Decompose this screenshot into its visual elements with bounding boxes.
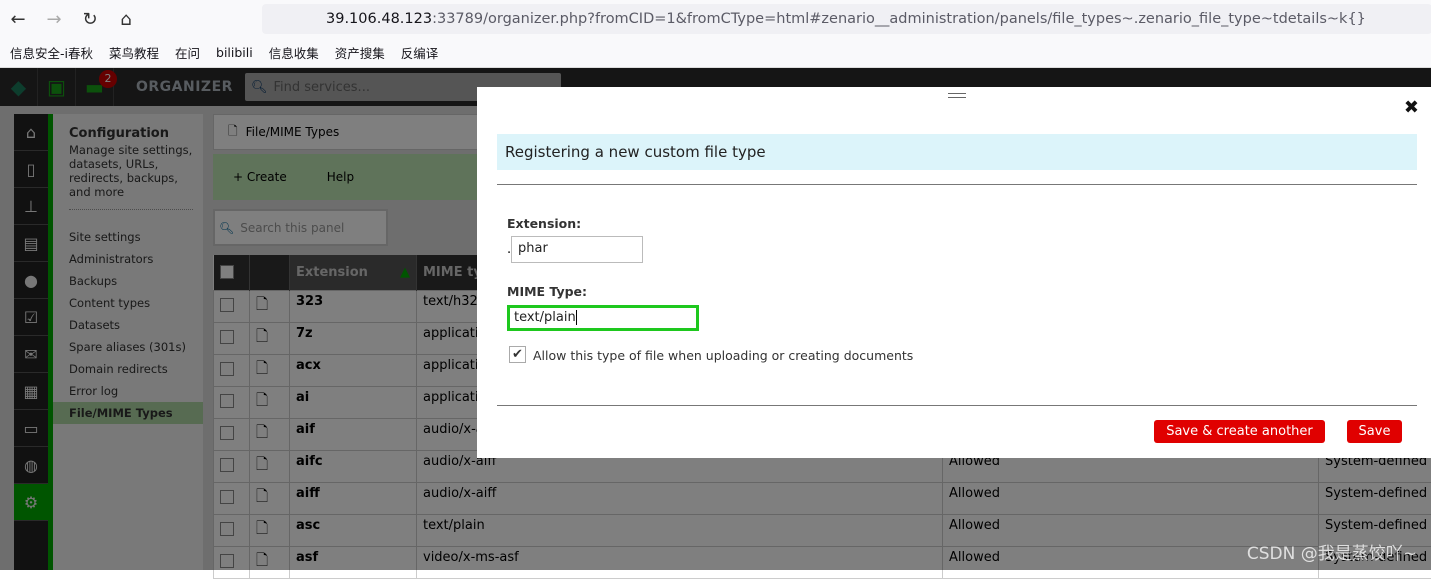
mime-type-label: MIME Type:: [507, 284, 587, 299]
mime-type-input[interactable]: text/plain: [507, 305, 699, 331]
close-icon[interactable]: ✖: [1404, 97, 1419, 118]
watermark: CSDN @我是蒸饺吖~: [1247, 539, 1417, 564]
bookmark[interactable]: 信息安全-i春秋: [10, 43, 93, 62]
save-button[interactable]: Save: [1347, 420, 1402, 443]
allow-checkbox[interactable]: ✔: [509, 346, 526, 363]
extension-label: Extension:: [507, 216, 581, 231]
divider: [497, 184, 1417, 185]
url-path: :33789/organizer.php?fromCID=1&fromCType…: [432, 11, 1366, 27]
dialog-heading: Registering a new custom file type: [497, 134, 1417, 170]
bookmark[interactable]: 在问: [175, 43, 200, 62]
divider: [497, 405, 1417, 406]
bookmark[interactable]: bilibili: [216, 45, 253, 60]
url-host: 39.106.48.123: [326, 11, 432, 27]
home-icon[interactable]: ⌂: [108, 9, 144, 30]
allow-label: Allow this type of file when uploading o…: [533, 348, 913, 363]
address-bar[interactable]: 39.106.48.123:33789/organizer.php?fromCI…: [262, 4, 1431, 34]
browser-toolbar: ← → ↻ ⌂ 39.106.48.123:33789/organizer.ph…: [0, 0, 1431, 38]
bookmark-folder[interactable]: 资产搜集: [335, 43, 385, 62]
bookmark[interactable]: 菜鸟教程: [109, 43, 159, 62]
drag-handle-icon[interactable]: [948, 93, 966, 98]
save-and-create-another-button[interactable]: Save & create another: [1154, 420, 1325, 443]
back-icon[interactable]: ←: [0, 9, 36, 30]
extension-input[interactable]: phar: [511, 236, 643, 263]
reload-icon[interactable]: ↻: [72, 9, 108, 30]
forward-icon[interactable]: →: [36, 9, 72, 30]
new-file-type-dialog: ✖ Registering a new custom file type Ext…: [477, 87, 1431, 458]
bookmark-folder[interactable]: 反编译: [401, 43, 439, 62]
mime-type-value: text/plain: [514, 310, 576, 325]
text-cursor: [576, 310, 577, 325]
bookmark-folder[interactable]: 信息收集: [269, 43, 319, 62]
bookmarks-bar: 信息安全-i春秋 菜鸟教程 在问 bilibili 信息收集 资产搜集 反编译: [0, 38, 1431, 68]
